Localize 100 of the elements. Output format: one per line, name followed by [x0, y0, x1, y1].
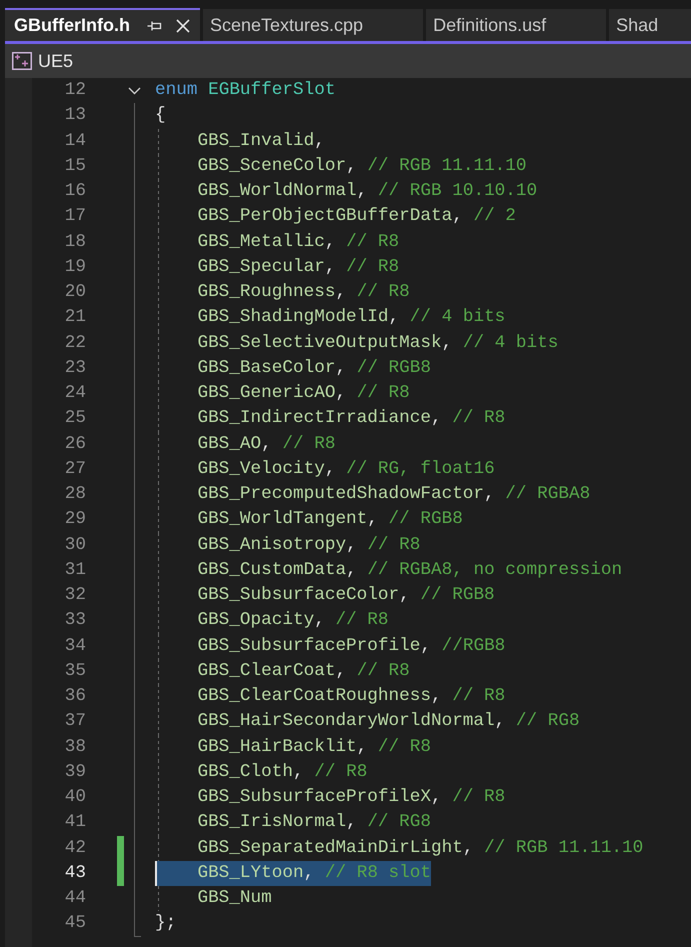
line-number: 23	[64, 356, 86, 380]
code-comment: // R8	[346, 232, 400, 252]
code-comment: // RGB 11.11.10	[367, 156, 527, 176]
file-tab[interactable]: Shad	[609, 9, 691, 41]
code-comment: // R8	[356, 660, 410, 681]
line-number: 40	[64, 786, 86, 809]
enum-member: GBS_IrisNormal	[197, 812, 346, 832]
code-comment: // R8	[452, 787, 506, 807]
line-number: 37	[64, 710, 86, 734]
line-number: 38	[64, 736, 86, 758]
code-comment: // RG8	[367, 812, 431, 832]
line-number: 34	[64, 634, 86, 658]
chevron-down-icon[interactable]	[128, 86, 140, 95]
line-number: 43	[64, 862, 86, 885]
punctuation: ,	[452, 206, 463, 226]
code-comment: // RGB8	[356, 358, 432, 378]
file-tab[interactable]: GBufferInfo.h	[5, 8, 200, 41]
line-number: 12	[64, 79, 86, 102]
line-number: 30	[64, 534, 86, 556]
enum-member: GBS_Specular	[197, 256, 325, 277]
project-icon	[12, 52, 32, 70]
enum-member: GBS_GenericAO	[197, 383, 336, 403]
punctuation: ,	[356, 181, 368, 201]
punctuation: ,	[430, 408, 442, 428]
code-comment: // 4 bits	[462, 332, 558, 352]
punctuation: ,	[462, 838, 474, 858]
enum-member: GBS_WorldNormal	[197, 181, 357, 201]
punctuation: ,	[484, 484, 495, 504]
punctuation: ,	[388, 307, 400, 328]
punctuation: ,	[346, 534, 357, 554]
line-number: 26	[64, 432, 86, 456]
fold-guide-end	[134, 911, 141, 936]
line-number: 22	[64, 332, 86, 354]
punctuation: ,	[335, 358, 346, 378]
code-comment: // 2	[473, 206, 516, 226]
enum-member: GBS_PerObjectGBufferData	[197, 206, 452, 226]
line-number: 25	[64, 407, 86, 430]
punctuation: ,	[314, 130, 325, 150]
line-number: 35	[64, 660, 86, 683]
code-comment: // R8	[452, 408, 506, 428]
punctuation: ,	[399, 585, 410, 605]
enum-member: GBS_Cloth	[197, 762, 293, 782]
code-comment: // R8	[335, 610, 389, 630]
line-number: 28	[64, 483, 86, 506]
punctuation: ,	[346, 560, 357, 580]
line-number: 24	[64, 382, 86, 405]
file-tab[interactable]: SceneTextures.cpp	[202, 9, 424, 41]
punctuation: ,	[346, 812, 357, 832]
punctuation: ,	[304, 862, 314, 883]
enum-member: GBS_Velocity	[197, 458, 325, 479]
line-number: 16	[64, 180, 86, 203]
enum-member: GBS_Opacity	[197, 610, 314, 630]
code-comment: // RGB 10.10.10	[378, 181, 538, 201]
enum-member: GBS_SubsurfaceProfile	[197, 636, 420, 656]
enum-member: GBS_Invalid	[197, 130, 314, 150]
enum-member: GBS_SelectiveOutputMask	[197, 332, 442, 352]
enum-member: GBS_ClearCoatRoughness	[197, 686, 431, 706]
enum-member: GBS_ShadingModelId	[197, 307, 389, 328]
code-comment: // RGBA8	[505, 484, 590, 504]
punctuation: ,	[430, 787, 442, 807]
line-number: 20	[64, 281, 86, 304]
line-number: 15	[64, 154, 86, 178]
enum-member: GBS_WorldTangent	[197, 509, 368, 530]
punctuation: ,	[335, 660, 346, 681]
enum-member: GBS_LYtoon	[197, 862, 304, 883]
enum-member: GBS_SubsurfaceColor	[197, 585, 400, 605]
punctuation: ,	[261, 434, 272, 454]
code-comment: // R8	[356, 282, 410, 302]
enum-member: GBS_AO	[197, 434, 262, 454]
punctuation: ,	[356, 736, 368, 756]
enum-member: GBS_PrecomputedShadowFactor	[197, 484, 484, 504]
code-comment: // R8	[378, 736, 431, 756]
line-number: 18	[64, 230, 86, 254]
code-comment: // 4 bits	[410, 307, 506, 328]
line-number: 42	[64, 836, 86, 860]
code-comment: // R8	[452, 686, 506, 706]
punctuation: ,	[335, 282, 346, 302]
punctuation: ,	[442, 332, 452, 352]
project-name[interactable]: UE5	[38, 50, 74, 72]
code-comment: // RG, float16	[346, 458, 495, 479]
punctuation: ,	[292, 762, 304, 782]
line-number: 36	[64, 685, 86, 708]
line-number: 19	[64, 256, 86, 279]
code-comment: // R8	[314, 762, 368, 782]
enum-member: GBS_HairSecondaryWorldNormal	[197, 711, 495, 732]
pin-icon[interactable]	[146, 20, 162, 32]
enum-member: GBS_SeparatedMainDirLight	[197, 838, 463, 858]
enum-member: GBS_CustomData	[197, 560, 346, 580]
enum-member: GBS_Roughness	[197, 282, 336, 302]
punctuation: ,	[367, 509, 378, 530]
file-tab[interactable]: Definitions.usf	[426, 9, 606, 41]
line-number: 14	[64, 130, 86, 152]
enum-member: GBS_ClearCoat	[197, 660, 336, 681]
close-icon[interactable]	[176, 18, 190, 32]
line-number: 29	[64, 508, 86, 532]
line-number: 17	[64, 205, 86, 228]
code-comment: // RGB 11.11.10	[484, 838, 644, 858]
line-number: 31	[64, 558, 86, 582]
punctuation: ,	[324, 256, 336, 277]
code-comment: // RGBA8, no compression	[367, 560, 622, 580]
